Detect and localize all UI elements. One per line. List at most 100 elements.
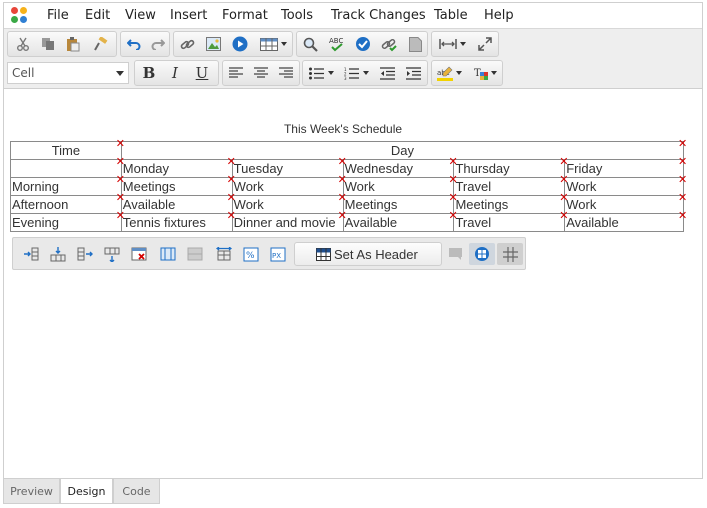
tab-preview[interactable]: Preview (3, 479, 60, 504)
table-caption: This Week's Schedule (283, 122, 403, 136)
time-label: Morning (12, 179, 59, 194)
align-right-icon[interactable] (275, 62, 297, 84)
undo-icon[interactable] (123, 33, 145, 55)
grid-lines-icon[interactable] (497, 243, 523, 265)
table-cell[interactable]: Tennis fixtures ✕ (120, 210, 236, 232)
cell-comment-icon[interactable] (445, 243, 467, 265)
table-cell[interactable]: Wednesday ✕ (342, 156, 458, 178)
menu-format[interactable]: Format (222, 8, 268, 23)
table-cell[interactable]: Meetings ✕ (453, 192, 568, 214)
table-properties-icon[interactable] (469, 243, 495, 265)
style-select[interactable]: Cell (7, 62, 129, 84)
spellcheck-icon[interactable]: ABC (325, 33, 349, 55)
menu-insert[interactable]: Insert (170, 8, 207, 23)
insert-row-above-icon[interactable] (47, 243, 69, 265)
table-cell[interactable]: Work ✕ (231, 192, 347, 214)
pixel-width-icon[interactable]: PX (267, 243, 289, 265)
insert-table-icon[interactable] (257, 33, 289, 55)
page-icon[interactable] (404, 33, 426, 55)
table-cell[interactable]: Thursday ✕ (453, 156, 568, 178)
menu-table[interactable]: Table (434, 8, 468, 23)
document-canvas[interactable]: This Week's Schedule Time ✕ Day ✕ ✕ Monday… (4, 90, 702, 478)
underline-icon[interactable]: U (190, 62, 214, 84)
table-cell[interactable]: Travel ✕ (453, 174, 568, 196)
cell-text: Meetings (122, 179, 176, 194)
table-cell[interactable]: Friday ✕ (564, 156, 687, 178)
table-header-cell[interactable]: Time ✕ (10, 138, 125, 160)
tab-design[interactable]: Design (60, 479, 113, 504)
page-width-icon[interactable] (435, 33, 469, 55)
cell-text: Work (233, 197, 264, 212)
align-left-icon[interactable] (225, 62, 247, 84)
table-cell[interactable]: Monday ✕ (120, 156, 236, 178)
text-highlight-icon[interactable]: abc (433, 62, 465, 84)
track-changes-icon[interactable] (352, 33, 374, 55)
outdent-icon[interactable] (376, 62, 398, 84)
link-icon[interactable] (176, 33, 198, 55)
image-icon[interactable] (202, 33, 224, 55)
table-cell[interactable]: Work ✕ (564, 192, 687, 214)
table-cell[interactable]: Available ✕ (120, 192, 236, 214)
find-icon[interactable] (299, 33, 321, 55)
insert-column-right-icon[interactable] (74, 243, 96, 265)
table-cell[interactable]: Available ✕ (342, 210, 458, 232)
delete-cell-icon[interactable]: ✕ (678, 192, 687, 203)
table-cell[interactable]: Afternoon ✕ (10, 192, 125, 214)
numbered-list-icon[interactable]: 123 (339, 62, 373, 84)
cell-text: Travel (455, 215, 492, 230)
text-color-icon[interactable]: T (470, 62, 500, 84)
redo-icon[interactable] (147, 33, 169, 55)
paste-icon[interactable] (62, 33, 84, 55)
accept-link-icon[interactable] (378, 33, 400, 55)
menu-edit[interactable]: Edit (85, 8, 110, 23)
table-cell[interactable]: Tuesday ✕ (231, 156, 347, 178)
delete-row-icon[interactable] (128, 243, 150, 265)
copy-icon[interactable] (37, 33, 59, 55)
svg-text:T: T (474, 68, 481, 79)
merge-cells-icon[interactable] (157, 243, 179, 265)
table-header-cell[interactable]: Day ✕ (120, 138, 687, 160)
split-cells-icon[interactable] (184, 243, 206, 265)
table-cell[interactable]: Meetings ✕ (120, 174, 236, 196)
table-cell[interactable]: ✕ (10, 156, 125, 178)
svg-text:%: % (246, 251, 255, 261)
svg-text:3: 3 (344, 76, 347, 80)
table-cell[interactable]: Dinner and movie ✕ (231, 210, 347, 232)
menu-file[interactable]: File (47, 8, 69, 23)
delete-cell-icon[interactable]: ✕ (678, 210, 687, 221)
table-cell[interactable]: Travel ✕ (453, 210, 568, 232)
table-cell[interactable]: Available ✕ (564, 210, 687, 232)
menu-track-changes[interactable]: Track Changes (331, 8, 426, 23)
fullscreen-icon[interactable] (474, 33, 496, 55)
media-icon[interactable] (229, 33, 251, 55)
italic-icon[interactable]: I (163, 62, 187, 84)
table-width-icon[interactable] (213, 243, 235, 265)
insert-row-below-icon[interactable] (101, 243, 123, 265)
cell-text: Meetings (455, 197, 509, 212)
menu-view[interactable]: View (125, 8, 156, 23)
format-painter-icon[interactable] (89, 33, 111, 55)
cut-icon[interactable] (12, 33, 34, 55)
set-as-header-button[interactable]: Set As Header (294, 242, 442, 266)
tab-code[interactable]: Code (113, 479, 160, 504)
schedule-table[interactable]: Time ✕ Day ✕ ✕ Monday ✕ Tuesday ✕ Wednesday ✕… (10, 138, 687, 232)
menu-help[interactable]: Help (484, 8, 514, 23)
menu-tools[interactable]: Tools (281, 8, 313, 23)
table-cell[interactable]: Meetings ✕ (342, 192, 458, 214)
delete-cell-icon[interactable]: ✕ (678, 138, 687, 149)
align-center-icon[interactable] (250, 62, 272, 84)
delete-cell-icon[interactable]: ✕ (678, 174, 687, 185)
table-cell[interactable]: Evening ✕ (10, 210, 125, 232)
bullet-list-icon[interactable] (305, 62, 337, 84)
menu-bar: File Edit View Insert Format Tools Track… (4, 3, 702, 29)
time-label: Evening (12, 215, 59, 230)
table-cell[interactable]: Work ✕ (564, 174, 687, 196)
percent-width-icon[interactable]: % (240, 243, 262, 265)
bold-icon[interactable]: B (137, 62, 161, 84)
table-cell[interactable]: Work ✕ (231, 174, 347, 196)
insert-column-left-icon[interactable] (20, 243, 42, 265)
indent-icon[interactable] (402, 62, 424, 84)
table-cell[interactable]: Work ✕ (342, 174, 458, 196)
table-cell[interactable]: Morning ✕ (10, 174, 125, 196)
delete-cell-icon[interactable]: ✕ (678, 156, 687, 167)
